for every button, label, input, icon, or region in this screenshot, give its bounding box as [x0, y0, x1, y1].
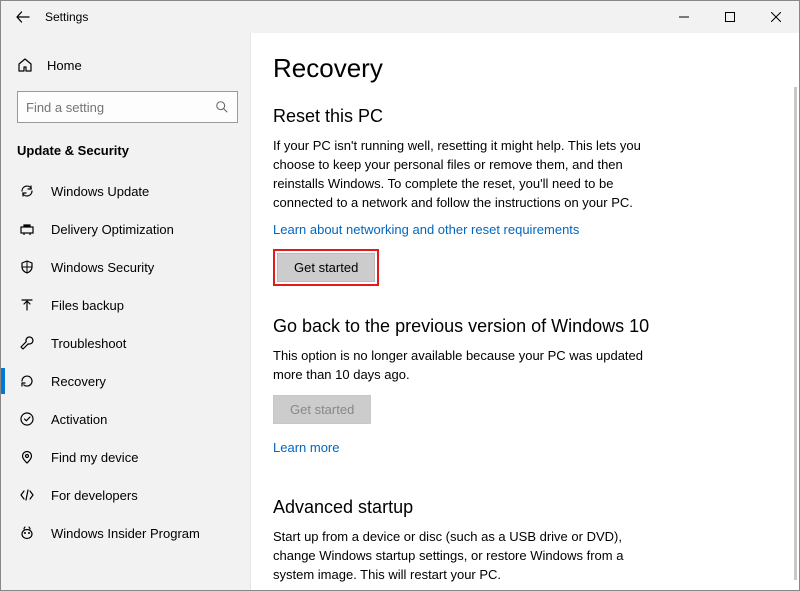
- sidebar-item-files-backup[interactable]: Files backup: [1, 286, 250, 324]
- close-icon: [771, 12, 781, 22]
- reset-body: If your PC isn't running well, resetting…: [273, 137, 663, 212]
- sidebar-item-activation[interactable]: Activation: [1, 400, 250, 438]
- nav-label: Windows Security: [51, 260, 154, 275]
- location-icon: [19, 449, 35, 465]
- nav-label: For developers: [51, 488, 138, 503]
- window-title: Settings: [45, 10, 88, 24]
- check-circle-icon: [19, 411, 35, 427]
- close-button[interactable]: [753, 1, 799, 33]
- nav-label: Find my device: [51, 450, 138, 465]
- section-reset-this-pc: Reset this PC If your PC isn't running w…: [273, 106, 765, 286]
- sidebar-item-recovery[interactable]: Recovery: [1, 362, 250, 400]
- goback-get-started-button: Get started: [273, 395, 371, 424]
- nav-label: Windows Insider Program: [51, 526, 200, 541]
- advanced-heading: Advanced startup: [273, 497, 765, 518]
- nav-label: Troubleshoot: [51, 336, 126, 351]
- reset-get-started-button[interactable]: Get started: [277, 253, 375, 282]
- highlight-box: Get started: [273, 249, 379, 286]
- code-icon: [19, 487, 35, 503]
- main-panel: Recovery Reset this PC If your PC isn't …: [251, 33, 799, 590]
- sidebar-item-for-developers[interactable]: For developers: [1, 476, 250, 514]
- back-button[interactable]: [1, 1, 45, 33]
- content-area: Home Update & Security Windows Update De…: [1, 33, 799, 590]
- advanced-body: Start up from a device or disc (such as …: [273, 528, 663, 585]
- sidebar-item-windows-update[interactable]: Windows Update: [1, 172, 250, 210]
- sidebar-item-delivery-optimization[interactable]: Delivery Optimization: [1, 210, 250, 248]
- nav-label: Delivery Optimization: [51, 222, 174, 237]
- sync-icon: [19, 183, 35, 199]
- search-box[interactable]: [17, 91, 238, 123]
- delivery-icon: [19, 221, 35, 237]
- sidebar-category: Update & Security: [1, 133, 250, 172]
- nav-label: Activation: [51, 412, 107, 427]
- goback-body: This option is no longer available becau…: [273, 347, 663, 385]
- sidebar: Home Update & Security Windows Update De…: [1, 33, 251, 590]
- sidebar-item-troubleshoot[interactable]: Troubleshoot: [1, 324, 250, 362]
- section-advanced-startup: Advanced startup Start up from a device …: [273, 497, 765, 590]
- recovery-icon: [19, 373, 35, 389]
- shield-icon: [19, 259, 35, 275]
- window-controls: [661, 1, 799, 33]
- search-icon: [215, 100, 229, 114]
- sidebar-item-home[interactable]: Home: [1, 49, 250, 81]
- arrow-left-icon: [15, 9, 31, 25]
- sidebar-item-windows-security[interactable]: Windows Security: [1, 248, 250, 286]
- sidebar-item-find-my-device[interactable]: Find my device: [1, 438, 250, 476]
- sidebar-item-windows-insider[interactable]: Windows Insider Program: [1, 514, 250, 552]
- goback-learn-more-link[interactable]: Learn more: [273, 440, 339, 455]
- maximize-button[interactable]: [707, 1, 753, 33]
- nav-label: Recovery: [51, 374, 106, 389]
- nav-label: Files backup: [51, 298, 124, 313]
- wrench-icon: [19, 335, 35, 351]
- backup-icon: [19, 297, 35, 313]
- section-go-back: Go back to the previous version of Windo…: [273, 316, 765, 467]
- reset-heading: Reset this PC: [273, 106, 765, 127]
- minimize-button[interactable]: [661, 1, 707, 33]
- titlebar: Settings: [1, 1, 799, 33]
- home-label: Home: [47, 58, 82, 73]
- goback-heading: Go back to the previous version of Windo…: [273, 316, 765, 337]
- reset-learn-link[interactable]: Learn about networking and other reset r…: [273, 222, 579, 237]
- minimize-icon: [679, 12, 689, 22]
- nav-label: Windows Update: [51, 184, 149, 199]
- maximize-icon: [725, 12, 735, 22]
- scrollbar[interactable]: [794, 87, 797, 580]
- insider-icon: [19, 525, 35, 541]
- page-title: Recovery: [273, 53, 765, 84]
- home-icon: [17, 57, 33, 73]
- search-input[interactable]: [26, 100, 215, 115]
